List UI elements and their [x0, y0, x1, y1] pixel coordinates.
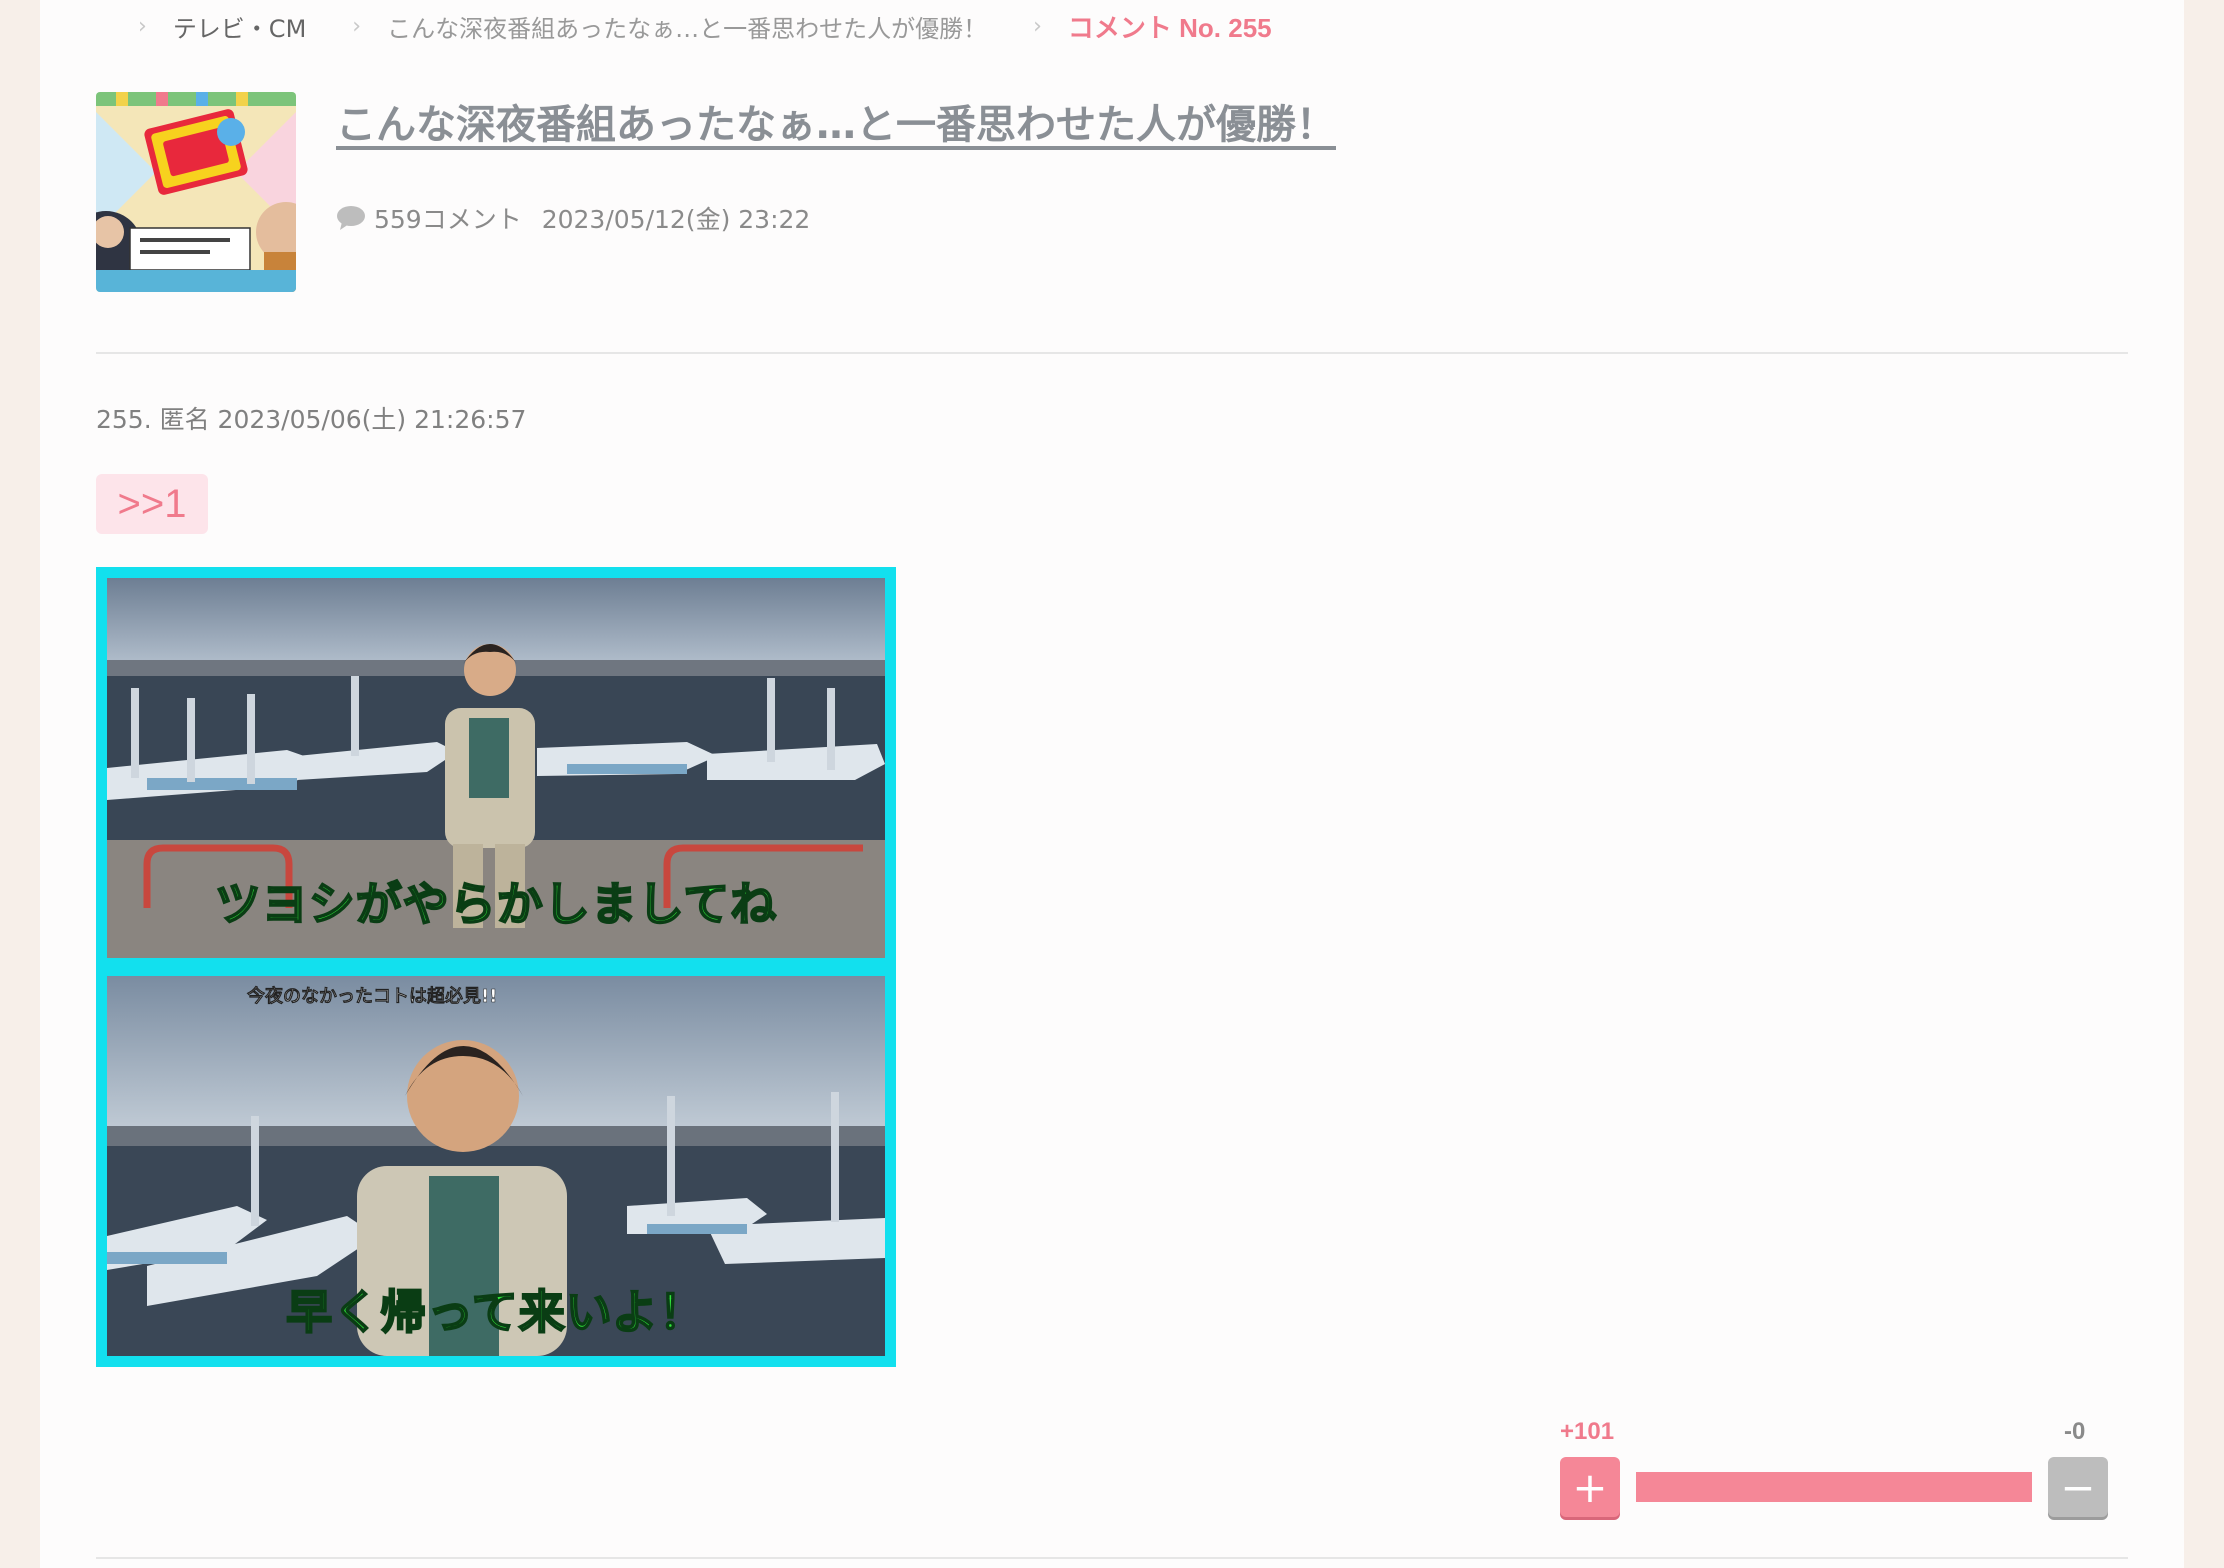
plus-icon: + — [1572, 1462, 1608, 1512]
minus-icon: − — [2060, 1462, 2096, 1512]
page: › テレビ・CM › こんな深夜番組あったなぁ…と一番思わせた人が優勝！ › コ… — [40, 0, 2184, 1568]
topic-title[interactable]: こんな深夜番組あったなぁ…と一番思わせた人が優勝！ — [336, 92, 1336, 150]
reply-anchor-link[interactable]: >>1 — [96, 474, 208, 534]
speech-bubble-icon — [337, 206, 365, 230]
minus-vote-count: -0 — [2064, 1418, 2086, 1445]
divider — [96, 1557, 2128, 1559]
bottom-overlay-text: 今夜のなかったコトは超必見!! — [247, 986, 498, 1008]
breadcrumb-item-current: コメント No. 255 — [1067, 12, 1272, 43]
topic-thumbnail[interactable] — [96, 92, 296, 292]
image-panel-top: ツヨシがやらかしましてね — [107, 578, 885, 958]
chevron-right-icon: › — [1033, 13, 1042, 39]
plus-vote-button[interactable]: + — [1560, 1457, 1620, 1517]
vote-ratio-bar — [1636, 1472, 2032, 1502]
top-caption: ツヨシがやらかしましてね — [214, 876, 778, 932]
chevron-right-icon: › — [138, 13, 147, 39]
comment-count: 559コメント — [374, 205, 522, 234]
topic-date: 2023/05/12(金) 23:22 — [541, 205, 811, 234]
comment-header: 255. 匿名 2023/05/06(土) 21:26:57 — [96, 405, 527, 434]
minus-vote-button[interactable]: − — [2048, 1457, 2108, 1517]
breadcrumb: › テレビ・CM › こんな深夜番組あったなぁ…と一番思わせた人が優勝！ › コ… — [138, 6, 1272, 46]
bottom-caption: 早く帰って来いよ！ — [285, 1284, 706, 1340]
divider — [96, 352, 2128, 354]
plus-vote-count: +101 — [1560, 1418, 1615, 1445]
comment-image[interactable]: ツヨシがやらかしましてね 今夜のなかったコトは超必見!! 早く帰って来いよ！ — [96, 567, 896, 1367]
topic-meta: 559コメント 2023/05/12(金) 23:22 — [336, 200, 810, 236]
breadcrumb-item-category[interactable]: テレビ・CM — [173, 9, 306, 44]
vote-ratio-fill — [1636, 1472, 2032, 1502]
breadcrumb-item-topic[interactable]: こんな深夜番組あったなぁ…と一番思わせた人が優勝！ — [387, 9, 987, 44]
image-panel-bottom: 今夜のなかったコトは超必見!! 早く帰って来いよ！ — [107, 976, 885, 1356]
chevron-right-icon: › — [352, 13, 362, 39]
